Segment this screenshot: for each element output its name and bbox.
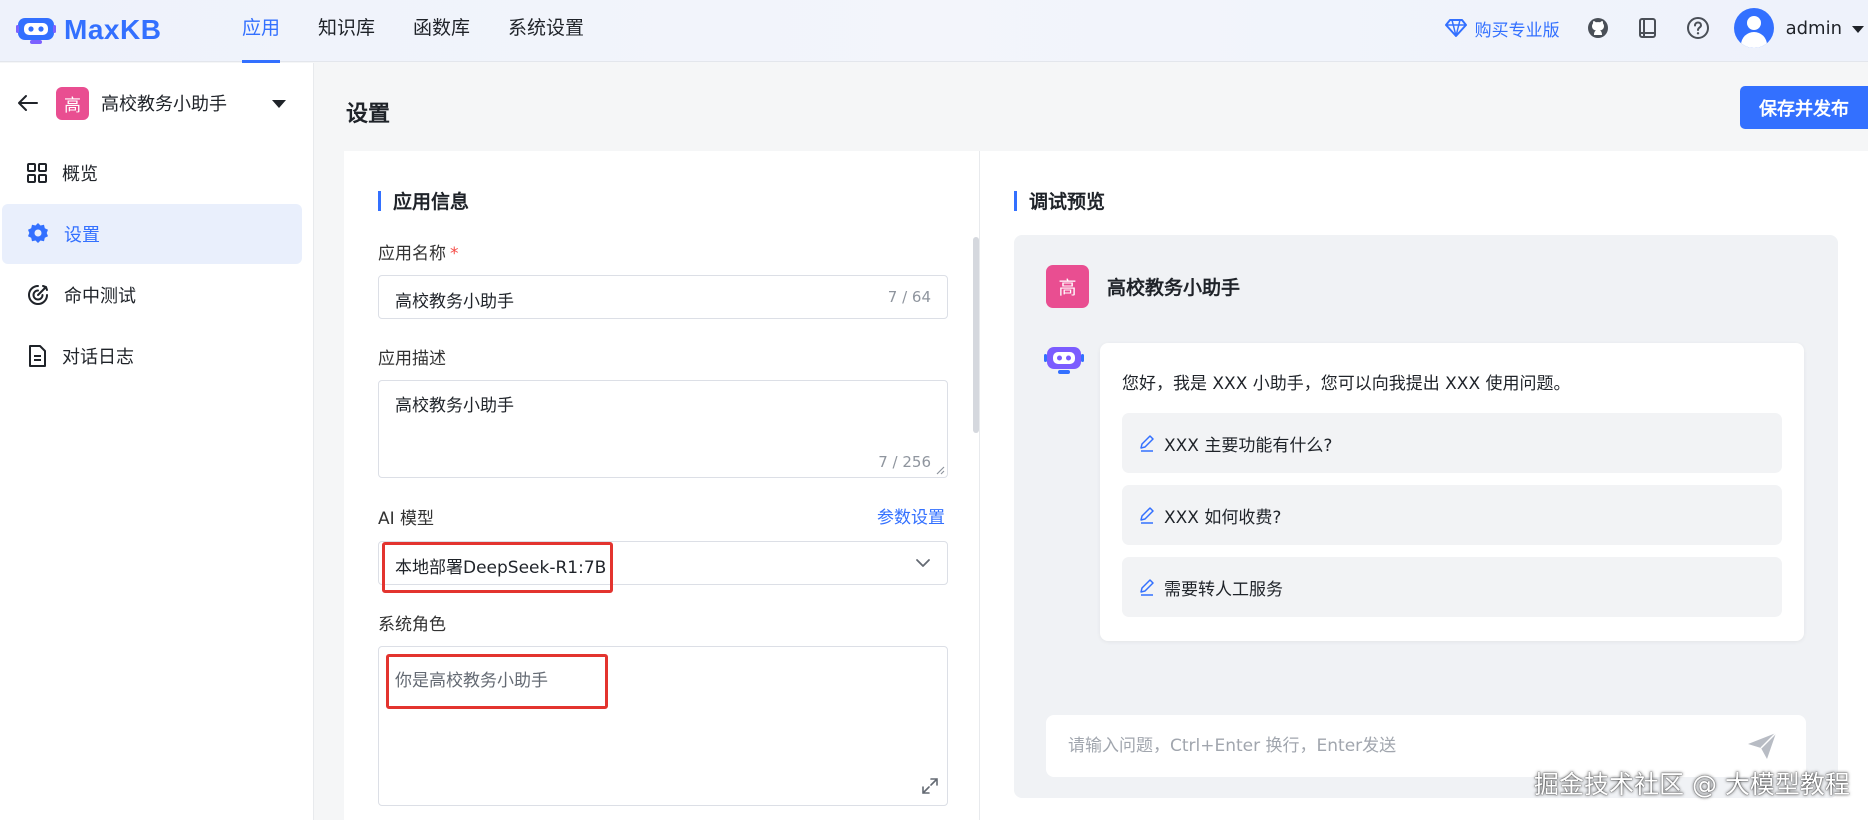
user-name: admin bbox=[1785, 17, 1842, 39]
chat-header: 高 高校教务小助手 bbox=[1046, 265, 1240, 308]
sidebar-item-hit-test[interactable]: 命中测试 bbox=[2, 265, 302, 325]
sidebar-item-label: 命中测试 bbox=[64, 286, 136, 307]
nav-item-system-settings[interactable]: 系统设置 bbox=[508, 0, 584, 62]
pencil-icon bbox=[1140, 507, 1154, 524]
user-menu[interactable]: admin bbox=[1786, 18, 1864, 39]
sidebar: 高 高校教务小助手 概览 设置 命中测试 对话日志 bbox=[0, 63, 314, 820]
sidebar-item-chat-logs[interactable]: 对话日志 bbox=[2, 326, 302, 386]
save-and-publish-button[interactable]: 保存并发布 bbox=[1740, 86, 1868, 129]
chevron-down-icon bbox=[916, 559, 930, 567]
header-actions: 购买专业版 admin bbox=[1444, 0, 1868, 56]
robot-avatar-icon bbox=[1044, 347, 1084, 374]
page-title: 设置 bbox=[346, 102, 391, 127]
preview-section-title: 调试预览 bbox=[1014, 187, 1105, 214]
resize-handle-icon[interactable] bbox=[935, 465, 945, 475]
user-avatar[interactable] bbox=[1733, 8, 1774, 48]
app-switcher: 高 高校教务小助手 bbox=[14, 83, 300, 123]
required-mark: * bbox=[450, 244, 459, 264]
chat-preview: 高 高校教务小助手 您好，我是 XXX 小助手，您可以向我提出 XXX 使用问题… bbox=[1014, 235, 1838, 798]
nav-item-knowledge[interactable]: 知识库 bbox=[318, 0, 375, 62]
suggested-question-text: 需要转人工服务 bbox=[1164, 579, 1283, 600]
section-title-text: 调试预览 bbox=[1029, 191, 1106, 213]
app-desc-value: 高校教务小助手 bbox=[395, 396, 514, 416]
suggested-question[interactable]: XXX 主要功能有什么? bbox=[1122, 413, 1782, 473]
gear-icon bbox=[28, 223, 48, 243]
app-info-section-title: 应用信息 bbox=[378, 187, 469, 214]
suggested-question[interactable]: XXX 如何收费? bbox=[1122, 485, 1782, 545]
app-info-panel: 应用信息 应用名称 * 高校教务小助手 7 / 64 应用描述 高校教务小助手 7… bbox=[344, 151, 980, 820]
app-name-value: 高校教务小助手 bbox=[395, 292, 514, 312]
app-name-input[interactable]: 高校教务小助手 7 / 64 bbox=[378, 275, 948, 319]
sidebar-item-settings[interactable]: 设置 bbox=[2, 204, 302, 264]
sidebar-item-label: 概览 bbox=[62, 164, 98, 185]
chat-app-badge: 高 bbox=[1046, 265, 1089, 308]
docs-book-icon[interactable] bbox=[1634, 14, 1662, 42]
back-arrow-icon[interactable] bbox=[14, 89, 42, 117]
scrollbar-thumb[interactable] bbox=[973, 237, 979, 433]
caret-down-icon bbox=[1852, 25, 1864, 33]
suggested-question-text: XXX 主要功能有什么? bbox=[1164, 435, 1333, 456]
grid-icon bbox=[27, 163, 47, 183]
app-name-label-text: 应用名称 bbox=[378, 244, 446, 264]
brand-logo[interactable]: MaxKB bbox=[16, 10, 161, 50]
expand-icon[interactable] bbox=[921, 777, 939, 795]
section-title-text: 应用信息 bbox=[393, 191, 470, 213]
section-accent-bar bbox=[1014, 190, 1017, 211]
robot-logo-icon bbox=[16, 18, 56, 44]
pencil-icon bbox=[1140, 435, 1154, 452]
main-nav: 应用 知识库 函数库 系统设置 bbox=[242, 0, 584, 63]
github-icon[interactable] bbox=[1584, 14, 1612, 42]
ai-model-select[interactable]: 本地部署DeepSeek-R1:7B bbox=[378, 541, 948, 585]
debug-preview-panel: 调试预览 高 高校教务小助手 您好，我是 XXX 小助手，您可以向我提出 XXX… bbox=[980, 151, 1868, 820]
chat-app-name: 高校教务小助手 bbox=[1107, 277, 1241, 299]
buy-pro-button[interactable]: 购买专业版 bbox=[1444, 16, 1560, 41]
suggested-question[interactable]: 需要转人工服务 bbox=[1122, 557, 1782, 617]
target-icon bbox=[28, 285, 48, 305]
app-dropdown-caret-icon[interactable] bbox=[272, 100, 286, 108]
watermark-text: 掘金技术社区 @ 大模型教程 bbox=[1534, 770, 1850, 799]
avatar-body bbox=[1740, 32, 1767, 48]
nav-item-functions[interactable]: 函数库 bbox=[413, 0, 470, 62]
sidebar-item-label: 设置 bbox=[64, 225, 100, 246]
top-header: MaxKB 应用 知识库 函数库 系统设置 购买专业版 admin bbox=[0, 0, 1868, 63]
sidebar-item-label: 对话日志 bbox=[62, 347, 134, 368]
diamond-icon bbox=[1444, 19, 1467, 37]
section-accent-bar bbox=[378, 190, 381, 211]
send-icon[interactable] bbox=[1746, 731, 1778, 761]
help-icon[interactable] bbox=[1684, 14, 1712, 42]
sidebar-item-overview[interactable]: 概览 bbox=[2, 143, 302, 203]
app-badge: 高 bbox=[56, 86, 89, 120]
ai-model-value: 本地部署DeepSeek-R1:7B bbox=[395, 558, 607, 578]
app-desc-label: 应用描述 bbox=[378, 349, 446, 369]
app-name[interactable]: 高校教务小助手 bbox=[101, 90, 227, 116]
system-role-label: 系统角色 bbox=[378, 615, 446, 635]
suggested-question-text: XXX 如何收费? bbox=[1164, 507, 1282, 528]
ai-model-label: AI 模型 bbox=[378, 509, 435, 529]
brand-name: MaxKB bbox=[64, 14, 162, 45]
buy-pro-label: 购买专业版 bbox=[1474, 20, 1560, 41]
sidebar-menu: 概览 设置 命中测试 对话日志 bbox=[0, 143, 314, 387]
bot-message-bubble: 您好，我是 XXX 小助手，您可以向我提出 XXX 使用问题。 XXX 主要功能… bbox=[1100, 343, 1804, 641]
system-role-value: 你是高校教务小助手 bbox=[395, 671, 548, 691]
param-settings-link[interactable]: 参数设置 bbox=[877, 503, 945, 528]
app-desc-char-count: 7 / 256 bbox=[878, 453, 931, 471]
greeting-text: 您好，我是 XXX 小助手，您可以向我提出 XXX 使用问题。 bbox=[1122, 374, 1571, 394]
app-desc-textarea[interactable]: 高校教务小助手 7 / 256 bbox=[378, 380, 948, 478]
system-role-textarea[interactable]: 你是高校教务小助手 bbox=[378, 646, 948, 806]
app-name-char-count: 7 / 64 bbox=[887, 288, 931, 306]
app-name-label: 应用名称 * bbox=[378, 239, 459, 264]
document-icon bbox=[29, 345, 46, 367]
nav-item-apps[interactable]: 应用 bbox=[242, 0, 281, 63]
avatar-head bbox=[1746, 16, 1761, 30]
chat-input[interactable] bbox=[1068, 731, 1728, 761]
pencil-icon bbox=[1140, 579, 1154, 596]
